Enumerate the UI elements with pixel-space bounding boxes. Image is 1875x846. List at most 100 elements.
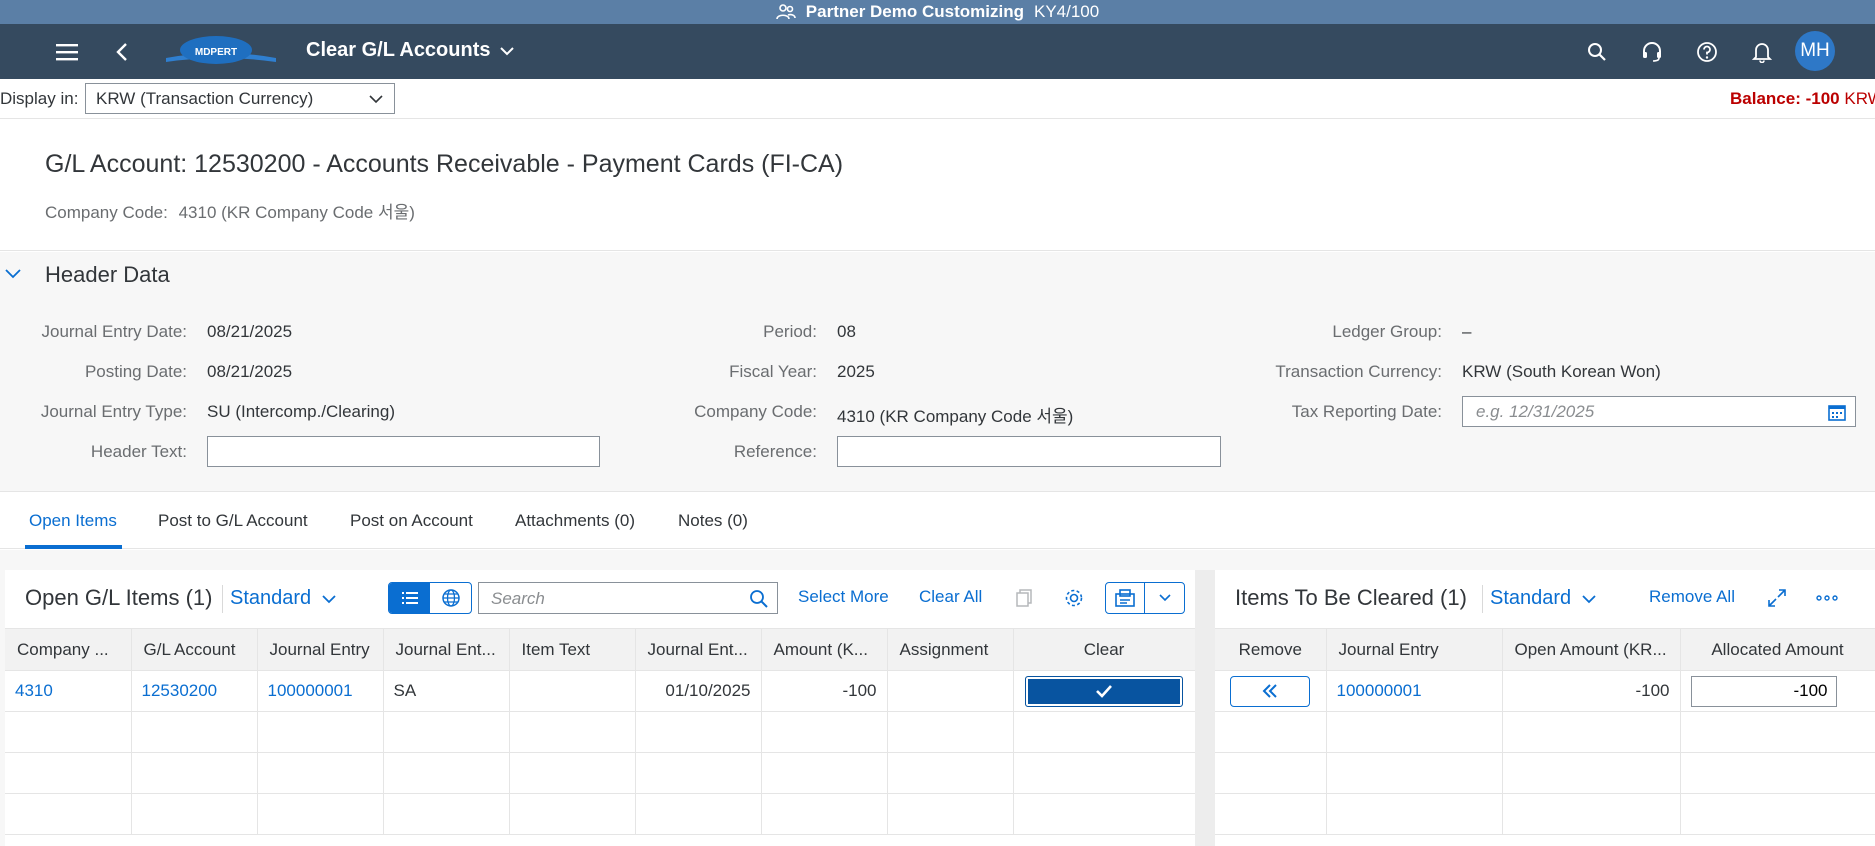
bell-icon[interactable]	[1744, 34, 1780, 70]
panel-splitter[interactable]	[1195, 570, 1215, 846]
table-row[interactable]: 4310 12530200 100000001 SA 01/10/2025 -1…	[5, 670, 1196, 712]
remove-cell	[1215, 670, 1327, 712]
items-to-be-cleared-panel: Items To Be Cleared (1) Standard Remove …	[1215, 570, 1875, 846]
chevron-down-icon[interactable]	[4, 266, 22, 285]
to-be-cleared-variant-select[interactable]: Standard	[1490, 587, 1597, 610]
system-title: Partner Demo Customizing	[805, 2, 1024, 21]
company-code-label: Company Code:	[45, 203, 168, 222]
search-placeholder: Search	[491, 589, 545, 608]
table-header-row: Company ... G/L Account Journal Entry Jo…	[5, 628, 1196, 671]
clear-toggle-button[interactable]	[1025, 675, 1183, 707]
tax-reporting-date-picker[interactable]: e.g. 12/31/2025	[1462, 396, 1856, 427]
table-header-row: Remove Journal Entry Open Amount (KR... …	[1215, 628, 1875, 671]
open-amount-cell: -100	[1502, 670, 1681, 712]
display-currency-select[interactable]: KRW (Transaction Currency)	[85, 83, 395, 114]
company-code-value: 4310 (KR Company Code 서울)	[178, 203, 415, 222]
journal-entry-type-value: SU (Intercomp./Clearing)	[207, 402, 396, 421]
tax-reporting-date-placeholder: e.g. 12/31/2025	[1476, 402, 1595, 421]
posting-date-label: Posting Date:	[84, 362, 187, 381]
open-items-panel: Open G/L Items (1) Standard Search Selec…	[5, 570, 1196, 846]
search-icon[interactable]	[749, 589, 769, 609]
assignment-cell	[887, 670, 1014, 712]
table-row	[1215, 752, 1875, 794]
column-header[interactable]: Journal Entry	[1326, 628, 1503, 671]
company-code-value-2: 4310 (KR Company Code 서울)	[837, 407, 1074, 426]
column-header[interactable]: Amount (K...	[761, 628, 888, 671]
clear-cell	[1013, 670, 1196, 712]
column-header[interactable]: Remove	[1215, 628, 1327, 671]
object-header: G/L Account: 12530200 - Accounts Receiva…	[0, 120, 1875, 251]
header-data-section: Header Data Journal Entry Date: 08/21/20…	[0, 252, 1875, 492]
table-row	[1215, 793, 1875, 835]
company-code-link[interactable]: 4310	[5, 670, 132, 712]
menu-icon[interactable]	[49, 34, 85, 70]
journal-entry-date-cell: 01/10/2025	[635, 670, 762, 712]
globe-icon[interactable]	[430, 583, 471, 613]
logo-text: MDPERT	[195, 47, 237, 58]
amount-cell: -100	[761, 670, 888, 712]
avatar[interactable]: MH	[1795, 31, 1835, 71]
company-logo[interactable]: MDPERT	[166, 34, 276, 70]
table-row	[1215, 711, 1875, 753]
period-value: 08	[837, 322, 856, 341]
fiscal-year-value: 2025	[837, 362, 875, 381]
header-text-input[interactable]	[207, 436, 600, 467]
column-header[interactable]: Journal Entry	[257, 628, 384, 671]
tab-post-to-gl-account[interactable]: Post to G/L Account	[158, 511, 308, 531]
balance-indicator: Balance: -100 KRW	[1730, 89, 1875, 109]
column-header[interactable]: Item Text	[509, 628, 636, 671]
list-view-icon[interactable]	[389, 583, 430, 613]
allocated-amount-input[interactable]	[1690, 675, 1837, 707]
column-header[interactable]: Allocated Amount	[1680, 628, 1875, 671]
headset-icon[interactable]	[1634, 34, 1670, 70]
copy-icon[interactable]	[1007, 582, 1041, 614]
journal-entry-link[interactable]: 100000001	[257, 670, 384, 712]
open-items-table: Company ... G/L Account Journal Entry Jo…	[5, 628, 1196, 835]
clear-all-button[interactable]: Clear All	[919, 587, 982, 607]
export-icon[interactable]	[1106, 583, 1146, 613]
transaction-currency-value: KRW (South Korean Won)	[1462, 362, 1661, 381]
chevron-down-icon	[369, 95, 383, 104]
items-to-be-cleared-table: Remove Journal Entry Open Amount (KR... …	[1215, 628, 1875, 835]
open-items-variant-select[interactable]: Standard	[230, 587, 337, 610]
system-bar: Partner Demo Customizing KY4/100	[0, 0, 1875, 24]
tab-attachments[interactable]: Attachments (0)	[515, 511, 635, 531]
posting-date-value: 08/21/2025	[207, 362, 293, 381]
column-header[interactable]: Journal Ent...	[635, 628, 762, 671]
chevron-down-icon	[322, 594, 336, 603]
fiscal-year-label: Fiscal Year:	[729, 362, 817, 381]
chevron-down-icon	[499, 46, 514, 55]
journal-entry-link[interactable]: 100000001	[1326, 670, 1503, 712]
search-input[interactable]: Search	[478, 582, 778, 614]
column-header[interactable]: Open Amount (KR...	[1502, 628, 1681, 671]
tab-notes[interactable]: Notes (0)	[678, 511, 748, 531]
calendar-icon[interactable]	[1827, 402, 1847, 422]
tab-open-items[interactable]: Open Items	[29, 511, 117, 531]
fullscreen-icon[interactable]	[1760, 582, 1794, 614]
column-header[interactable]: Journal Ent...	[383, 628, 510, 671]
select-more-button[interactable]: Select More	[798, 587, 889, 607]
remove-item-button[interactable]	[1230, 675, 1311, 707]
table-row[interactable]: 100000001 -100	[1215, 670, 1875, 712]
gear-icon[interactable]	[1057, 582, 1091, 614]
users-icon	[775, 3, 796, 21]
header-data-title: Header Data	[45, 262, 170, 287]
column-header[interactable]: Clear	[1013, 628, 1196, 671]
export-split-button	[1105, 582, 1185, 614]
remove-all-button[interactable]: Remove All	[1649, 587, 1735, 607]
tab-post-on-account[interactable]: Post on Account	[350, 511, 473, 531]
journal-entry-date-value: 08/21/2025	[207, 322, 293, 341]
back-icon[interactable]	[104, 34, 140, 70]
overflow-icon[interactable]	[1810, 582, 1844, 614]
app-title-menu[interactable]: Clear G/L Accounts	[306, 39, 515, 62]
gl-account-link[interactable]: 12530200	[131, 670, 258, 712]
chevron-down-icon[interactable]	[1145, 583, 1184, 613]
reference-input[interactable]	[837, 436, 1221, 467]
title-separator	[222, 585, 223, 613]
help-icon[interactable]	[1689, 34, 1725, 70]
search-icon[interactable]	[1579, 34, 1615, 70]
column-header[interactable]: Company ...	[5, 628, 132, 671]
column-header[interactable]: Assignment	[887, 628, 1014, 671]
tab-bar: Open Items Post to G/L Account Post on A…	[0, 493, 1875, 549]
column-header[interactable]: G/L Account	[131, 628, 258, 671]
